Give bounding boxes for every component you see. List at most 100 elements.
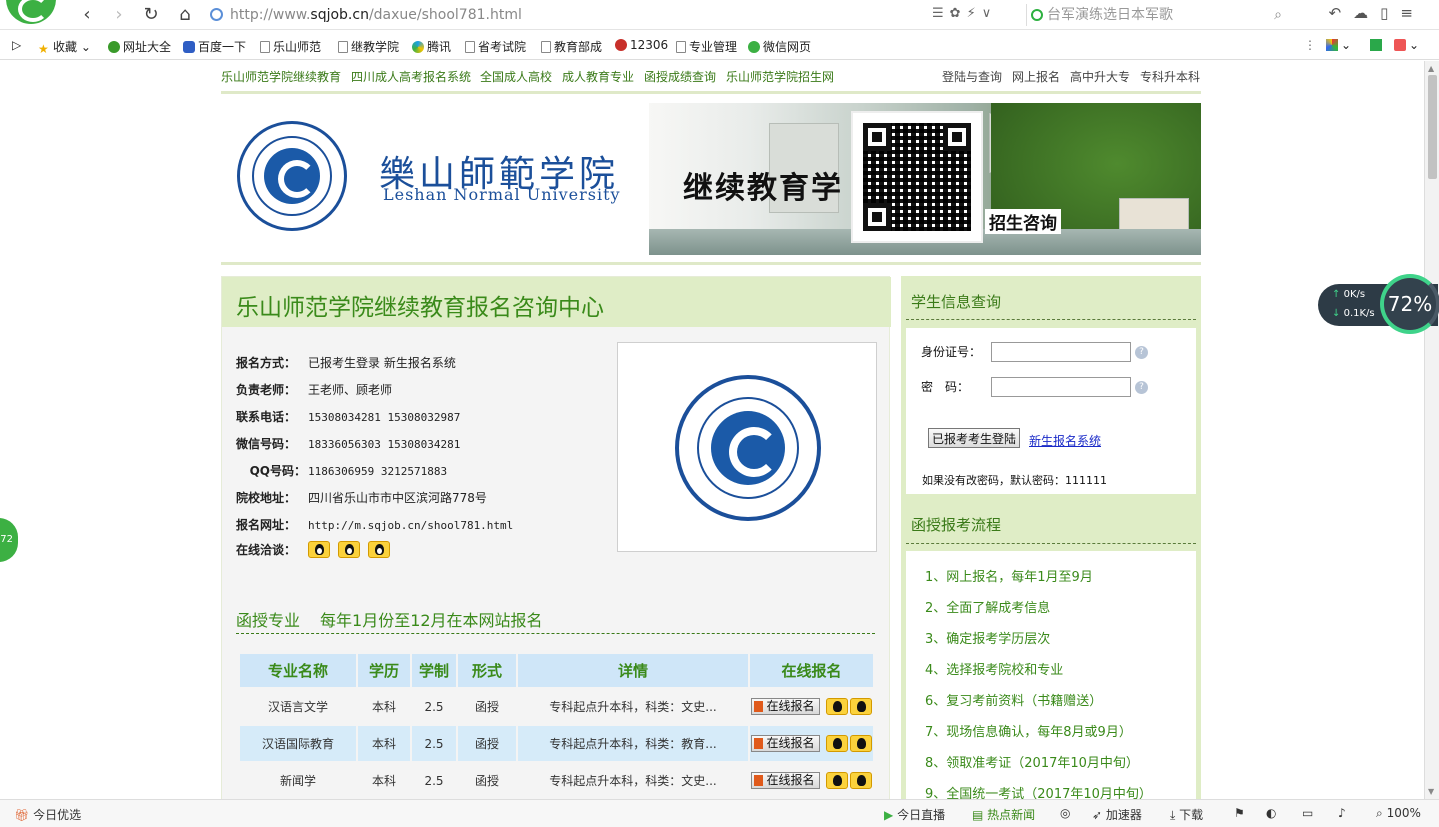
list-item: 9、全国统一考试（2017年10月中旬） bbox=[925, 787, 1152, 799]
help-icon[interactable]: ? bbox=[1135, 380, 1148, 394]
qq-chat-icon[interactable] bbox=[338, 541, 360, 558]
speed-icon[interactable]: ⚡ bbox=[967, 6, 982, 21]
browser-toolbar: ‹ › ↻ ⌂ http://www.sqjob.cn/daxue/shool7… bbox=[0, 0, 1439, 30]
bookmark-continuing-edu[interactable]: 继教学院 bbox=[338, 38, 399, 55]
window-icon[interactable]: ▭ bbox=[1302, 806, 1313, 820]
live-today[interactable]: ▶ 今日直播 bbox=[884, 806, 945, 823]
memory-gauge: 72% bbox=[1380, 274, 1439, 334]
online-register-button[interactable]: 在线报名 bbox=[751, 698, 820, 715]
nav-highschool-to-college[interactable]: 高中升大专 bbox=[1070, 68, 1130, 85]
nav-correspondence-scores[interactable]: 函授成绩查询 bbox=[644, 68, 716, 85]
banner-consult-text: 招生咨询 bbox=[985, 209, 1061, 234]
vertical-scrollbar[interactable]: ▲ ▼ bbox=[1424, 61, 1439, 799]
search-icon[interactable]: ⌕ bbox=[1274, 4, 1282, 26]
university-name-en: Leshan Normal University bbox=[383, 185, 621, 204]
major-detail[interactable]: 专科起点升本科，科类：文史... bbox=[518, 689, 748, 724]
extensions-icon[interactable]: ⌄ bbox=[1326, 38, 1351, 52]
hot-news[interactable]: ▤ 热点新闻 bbox=[972, 806, 1035, 823]
floating-assistant[interactable]: 72 bbox=[0, 518, 18, 562]
sidebar-toggle-icon[interactable]: ▷ bbox=[12, 38, 21, 52]
nav-adult-edu-majors[interactable]: 成人教育专业 bbox=[562, 68, 634, 85]
info-website: 报名网址： http://m.sqjob.cn/shool781.html bbox=[236, 518, 514, 532]
back-icon[interactable]: ‹ bbox=[76, 4, 98, 26]
bookmark-wechat-web[interactable]: 微信网页 bbox=[748, 38, 811, 55]
browser-icon[interactable]: ◐ bbox=[1266, 806, 1276, 820]
nav-leshan-continuing-edu[interactable]: 乐山师范学院继续教育 bbox=[221, 68, 341, 85]
url-host: sqjob.cn bbox=[310, 7, 369, 23]
qq-chat-icon[interactable] bbox=[825, 698, 848, 715]
more-bookmarks-icon[interactable]: ⋮ bbox=[1304, 38, 1316, 52]
scroll-up-icon[interactable]: ▲ bbox=[1428, 64, 1434, 73]
downloads[interactable]: ⤓ 下载 bbox=[1170, 806, 1203, 823]
nav-college-to-bachelor[interactable]: 专科升本科 bbox=[1140, 68, 1200, 85]
bookmark-leshan-normal[interactable]: 乐山师范 bbox=[260, 38, 321, 55]
zoom-level[interactable]: ⌕ 100% bbox=[1376, 806, 1421, 821]
qq-chat-icon[interactable] bbox=[825, 735, 848, 752]
scroll-down-icon[interactable]: ▼ bbox=[1428, 787, 1434, 796]
address-bar[interactable]: http://www.sqjob.cn/daxue/shool781.html bbox=[208, 4, 926, 26]
qq-chat-icon[interactable] bbox=[849, 698, 872, 715]
adblock-icon[interactable]: ⌄ bbox=[1394, 38, 1419, 52]
zoom-icon: ⌕ bbox=[1376, 806, 1383, 820]
phone-icon[interactable]: ▯ bbox=[1380, 4, 1400, 22]
daily-picks[interactable]: 🎁︎ 今日优选 bbox=[14, 806, 81, 823]
browser-logo-icon[interactable] bbox=[6, 0, 56, 24]
nav-national-adult-colleges[interactable]: 全国成人高校 bbox=[480, 68, 552, 85]
university-seal-icon bbox=[237, 121, 347, 231]
bookmark-ministry-education[interactable]: 教育部成 bbox=[541, 38, 602, 55]
bookmark-tencent[interactable]: 腾讯 bbox=[412, 38, 451, 55]
search-input[interactable]: 台军演练选日本军歌 ⌕ bbox=[1026, 4, 1288, 26]
book-icon[interactable] bbox=[1370, 38, 1385, 52]
nav-leshan-admissions[interactable]: 乐山师范学院招生网 bbox=[726, 68, 834, 85]
home-icon[interactable]: ⌂ bbox=[174, 4, 196, 26]
password-row: 密 码：? bbox=[921, 377, 1148, 397]
registered-student-login-button[interactable]: 已报考考生登陆 bbox=[928, 428, 1021, 448]
scrollbar-thumb[interactable] bbox=[1428, 75, 1437, 179]
col-duration: 学制 bbox=[412, 654, 456, 687]
bookmark-major-management[interactable]: 专业管理 bbox=[676, 38, 737, 55]
qq-chat-icon[interactable] bbox=[368, 541, 390, 558]
bookmark-baidu[interactable]: 百度一下 bbox=[183, 38, 246, 55]
process-list: 1、网上报名，每年1月至9月 2、全面了解成考信息 3、确定报考学历层次 4、选… bbox=[906, 551, 1196, 799]
qq-chat-icon[interactable] bbox=[849, 735, 872, 752]
registration-method-links[interactable]: 已报考生登录 新生报名系统 bbox=[308, 356, 456, 370]
major-form: 函授 bbox=[474, 700, 499, 714]
qq-chat-icon[interactable] bbox=[825, 772, 848, 789]
qq-chat-icon[interactable] bbox=[849, 772, 872, 789]
flag-icon[interactable]: ⚑ bbox=[1234, 806, 1245, 820]
accelerator[interactable]: ➶ 加速器 bbox=[1092, 806, 1142, 823]
play-icon: ▶ bbox=[884, 808, 894, 822]
nav-online-register[interactable]: 网上报名 bbox=[1012, 68, 1060, 85]
qq-chat-icon[interactable] bbox=[308, 541, 330, 558]
id-number-row: 身份证号：? bbox=[921, 342, 1148, 362]
volume-icon[interactable]: ♪ bbox=[1338, 806, 1346, 820]
id-number-input[interactable] bbox=[991, 342, 1131, 362]
undo-icon[interactable]: ↶ bbox=[1329, 4, 1354, 22]
menu-icon[interactable]: ≡ bbox=[1400, 4, 1425, 22]
bookmark-exam-institute[interactable]: 省考试院 bbox=[465, 38, 526, 55]
nav-sichuan-adult-exam[interactable]: 四川成人高考报名系统 bbox=[351, 68, 471, 85]
major-detail[interactable]: 专科起点升本科，科类：教育... bbox=[518, 726, 748, 761]
reader-icon[interactable]: ☰ bbox=[932, 6, 950, 21]
forward-icon[interactable]: › bbox=[108, 4, 130, 26]
bookmark-12306[interactable]: 12306 bbox=[615, 38, 668, 52]
speed-icon-status[interactable]: ◎ bbox=[1060, 806, 1070, 820]
refresh-icon[interactable]: ↻ bbox=[140, 4, 162, 26]
chevron-down-icon[interactable]: ∨ bbox=[982, 6, 998, 21]
major-detail[interactable]: 专科起点升本科，科类：文史... bbox=[518, 763, 748, 798]
online-register-button[interactable]: 在线报名 bbox=[751, 735, 820, 752]
bookmark-favorites[interactable]: ★ 收藏 ⌄ bbox=[38, 38, 91, 56]
shield-icon[interactable]: ✿ bbox=[950, 6, 967, 21]
new-student-registration-link[interactable]: 新生报名系统 bbox=[1029, 432, 1101, 449]
network-speed-widget[interactable]: ↑ 0K/s ↓ 0.1K/s 72% bbox=[1318, 274, 1439, 334]
cloud-icon[interactable]: ☁ bbox=[1353, 4, 1380, 22]
col-degree: 学历 bbox=[358, 654, 410, 687]
help-icon[interactable]: ? bbox=[1135, 345, 1148, 359]
online-register-button[interactable]: 在线报名 bbox=[751, 772, 820, 789]
password-input[interactable] bbox=[991, 377, 1131, 397]
majors-table: 专业名称 学历 学制 形式 详情 在线报名 汉语言文学 本科 2.5 函授 专科… bbox=[238, 652, 875, 799]
student-query-form: 身份证号：? 密 码：? 已报考考生登陆 新生报名系统 如果没有改密码，默认密码… bbox=[906, 328, 1196, 494]
address-tools[interactable]: ☰✿⚡∨ bbox=[932, 6, 997, 21]
nav-login-query[interactable]: 登陆与查询 bbox=[942, 68, 1002, 85]
bookmark-url-directory[interactable]: 网址大全 bbox=[108, 38, 171, 55]
